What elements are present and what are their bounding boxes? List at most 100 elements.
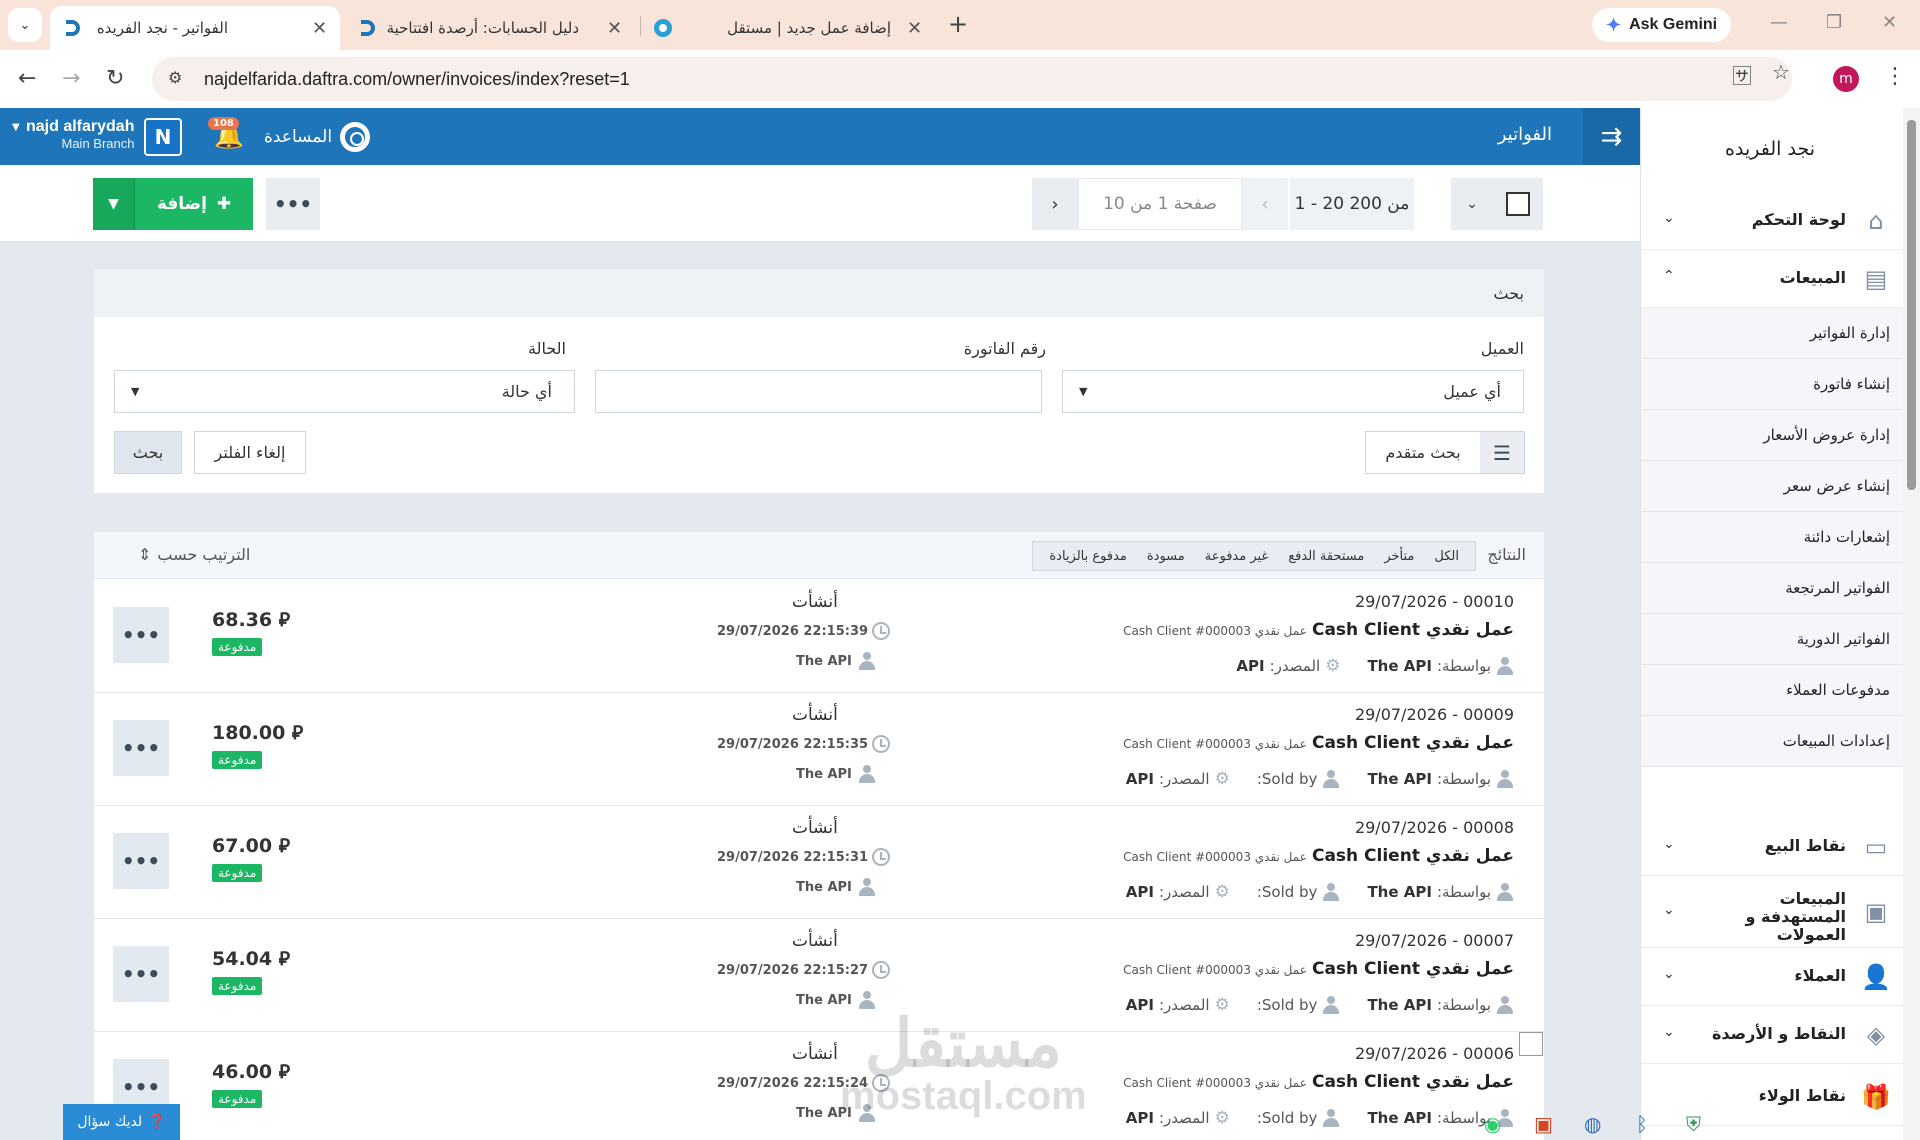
sidebar-item-label: المبيعات المستهدفة و العمولات bbox=[1745, 889, 1846, 944]
close-tab-icon[interactable]: ✕ bbox=[607, 18, 622, 39]
more-actions-button[interactable]: ••• bbox=[266, 178, 320, 230]
invoice-row[interactable]: 29/07/2026 - 00006 عمل نقدي Cash Client ع… bbox=[94, 1032, 1544, 1140]
sales-submenu-item[interactable]: إنشاء عرض سعر bbox=[1641, 461, 1903, 512]
actor-name: The API bbox=[796, 653, 852, 669]
invoice-meta: بواسطة: The API Sold by: ⚙ المصدر: API bbox=[1126, 882, 1514, 902]
sidebar-item-sales[interactable]: ▤ المبيعات ⌃ bbox=[1641, 250, 1903, 308]
invoice-row[interactable]: 29/07/2026 - 00008 عمل نقدي Cash Client ع… bbox=[94, 806, 1544, 919]
close-window-icon[interactable]: ✕ bbox=[1882, 12, 1897, 33]
forward-icon[interactable]: → bbox=[62, 66, 80, 91]
sales-submenu-item[interactable]: إعدادات المبيعات bbox=[1641, 716, 1903, 767]
new-tab-icon[interactable]: + bbox=[948, 10, 968, 38]
sales-submenu-item[interactable]: مدفوعات العملاء bbox=[1641, 665, 1903, 716]
back-icon[interactable]: ← bbox=[18, 66, 36, 91]
reload-icon[interactable]: ↻ bbox=[106, 66, 124, 91]
invoice-number-date[interactable]: 29/07/2026 - 00007 bbox=[1355, 931, 1514, 950]
security-shield-icon[interactable]: ⛨ bbox=[1686, 1112, 1701, 1136]
sales-submenu-item[interactable]: الفواتير المرتجعة bbox=[1641, 563, 1903, 614]
tab-search-button[interactable]: ⌄ bbox=[8, 8, 42, 42]
source-value: API bbox=[1236, 657, 1265, 675]
invoice-number-date[interactable]: 29/07/2026 - 00010 bbox=[1355, 592, 1514, 611]
client-code: عمل نقدي Cash Client #000003 bbox=[1123, 963, 1307, 977]
invoice-row[interactable]: 29/07/2026 - 00010 عمل نقدي Cash Client ع… bbox=[94, 580, 1544, 693]
row-actions-button[interactable]: ••• bbox=[113, 720, 169, 776]
sidebar-item-label: النقاط و الأرصدة bbox=[1711, 1024, 1846, 1043]
browser-tab-invoices[interactable]: الفواتير - نجد الفريده ✕ bbox=[50, 6, 340, 50]
invoice-client: عمل نقدي Cash Client عمل نقدي Cash Clien… bbox=[1123, 959, 1514, 979]
invoice-number-date[interactable]: 29/07/2026 - 00009 bbox=[1355, 705, 1514, 724]
sales-submenu-item[interactable]: الفواتير الدورية bbox=[1641, 614, 1903, 665]
mostaql-watermark: مستقل mostaql.com bbox=[840, 1010, 1087, 1116]
select-caret-icon[interactable]: ⌄ bbox=[1451, 178, 1493, 230]
office-icon[interactable]: ▣ bbox=[1534, 1112, 1553, 1136]
sidebar-item-pos[interactable]: ▭ نقاط البيع ⌄ bbox=[1641, 818, 1903, 876]
sidebar-scrollbar-thumb[interactable] bbox=[1907, 120, 1916, 490]
invoice-number-input[interactable] bbox=[595, 370, 1042, 413]
user-menu-caret-icon[interactable]: ▼ bbox=[12, 122, 20, 133]
filter-all[interactable]: الكل bbox=[1424, 549, 1469, 564]
prev-page-button[interactable]: ‹ bbox=[1242, 178, 1288, 230]
invoice-row[interactable]: 29/07/2026 - 00009 عمل نقدي Cash Client ع… bbox=[94, 693, 1544, 806]
browser-tab-mostaql[interactable]: إضافة عمل جديد | مستقل ✕ bbox=[645, 6, 935, 50]
select-all-checkbox[interactable] bbox=[1493, 178, 1543, 230]
row-actions-button[interactable]: ••• bbox=[113, 946, 169, 1002]
invoice-number-date[interactable]: 29/07/2026 - 00006 bbox=[1355, 1044, 1514, 1063]
sales-submenu-item[interactable]: إشعارات دائنة bbox=[1641, 512, 1903, 563]
site-info-icon[interactable]: ⚙ bbox=[168, 68, 190, 90]
sidebar-item-loyalty[interactable]: 🎁 نقاط الولاء bbox=[1641, 1068, 1903, 1126]
browser-tab-accounts[interactable]: دليل الحسابات: أرصدة افتتاحية ✕ bbox=[345, 6, 635, 50]
profile-avatar[interactable]: m bbox=[1833, 66, 1859, 92]
sales-submenu-item[interactable]: إدارة الفواتير bbox=[1641, 308, 1903, 359]
client-select[interactable]: أي عميل ▼ bbox=[1062, 370, 1524, 413]
bookmark-star-icon[interactable]: ☆ bbox=[1772, 60, 1790, 84]
close-tab-icon[interactable]: ✕ bbox=[312, 18, 327, 39]
sidebar-item-targets[interactable]: ▣ المبيعات المستهدفة و العمولات ⌄ bbox=[1641, 876, 1903, 948]
invoice-row[interactable]: 29/07/2026 - 00007 عمل نقدي Cash Client ع… bbox=[94, 919, 1544, 1032]
sidebar-item-dashboard[interactable]: ⌂ لوحة التحكم ⌄ bbox=[1641, 192, 1903, 250]
page-indicator[interactable]: صفحة 1 من 10 bbox=[1078, 178, 1242, 230]
translate-icon[interactable]: 🈂 bbox=[1732, 60, 1752, 89]
submenu-label: إدارة الفواتير bbox=[1809, 324, 1890, 342]
sort-by-button[interactable]: ⇕ الترتيب حسب bbox=[138, 545, 250, 564]
row-actions-button[interactable]: ••• bbox=[113, 607, 169, 663]
filter-unpaid[interactable]: غير مدفوعة bbox=[1195, 549, 1278, 564]
chevron-down-icon: ⌄ bbox=[1663, 836, 1675, 852]
row-actions-button[interactable]: ••• bbox=[113, 833, 169, 889]
search-button[interactable]: بحث bbox=[114, 431, 182, 474]
lifebuoy-icon bbox=[340, 122, 371, 152]
user-avatar[interactable]: N bbox=[144, 118, 182, 156]
network-icon[interactable]: ◍ bbox=[1584, 1112, 1601, 1136]
bulk-select[interactable]: ⌄ bbox=[1451, 178, 1543, 230]
maximize-icon[interactable]: ❐ bbox=[1826, 12, 1842, 33]
advanced-search-button[interactable]: بحث متقدم ☰ bbox=[1365, 431, 1525, 474]
user-menu[interactable]: najd alfarydah Main Branch bbox=[26, 118, 134, 151]
status-select[interactable]: أي حالة ▼ bbox=[114, 370, 575, 413]
filter-overpaid[interactable]: مدفوع بالزيادة bbox=[1039, 549, 1137, 564]
filter-overdue[interactable]: متأخر bbox=[1374, 549, 1424, 564]
minimize-icon[interactable]: — bbox=[1770, 12, 1788, 33]
row-checkbox[interactable] bbox=[1519, 1032, 1543, 1056]
sales-submenu-item[interactable]: إدارة عروض الأسعار bbox=[1641, 410, 1903, 461]
browser-menu-icon[interactable]: ⋮ bbox=[1884, 64, 1906, 89]
ask-question-button[interactable]: لديك سؤال ❓ bbox=[63, 1104, 180, 1140]
help-link[interactable]: المساعدة bbox=[264, 122, 371, 152]
next-page-button[interactable]: › bbox=[1032, 178, 1078, 230]
sidebar-item-points[interactable]: ◈ النقاط و الأرصدة ⌄ bbox=[1641, 1006, 1903, 1064]
filter-draft[interactable]: مسودة bbox=[1137, 549, 1195, 564]
daftra-favicon-icon bbox=[357, 18, 377, 38]
url-field[interactable]: ⚙ najdelfarida.daftra.com/owner/invoices… bbox=[152, 57, 1792, 101]
source-label: المصدر: bbox=[1269, 657, 1321, 675]
filter-due[interactable]: مستحقة الدفع bbox=[1278, 549, 1374, 564]
clear-filter-button[interactable]: إلغاء الفلتر bbox=[194, 431, 306, 474]
menu-toggle-icon[interactable]: ⇉ bbox=[1583, 108, 1640, 165]
close-tab-icon[interactable]: ✕ bbox=[907, 18, 922, 39]
add-dropdown-caret-icon[interactable]: ▼ bbox=[93, 178, 135, 230]
add-invoice-button[interactable]: إضافة ✚ bbox=[135, 178, 253, 230]
ask-gemini-button[interactable]: ✦ Ask Gemini bbox=[1592, 8, 1732, 42]
sidebar-item-clients[interactable]: 👤 العملاء ⌄ bbox=[1641, 948, 1903, 1006]
chevron-down-icon: ⌄ bbox=[1663, 902, 1675, 918]
sales-submenu-item[interactable]: إنشاء فاتورة bbox=[1641, 359, 1903, 410]
bluetooth-icon[interactable]: ᛒ bbox=[1636, 1112, 1648, 1136]
whatsapp-icon[interactable]: ◉ bbox=[1484, 1112, 1501, 1136]
invoice-number-date[interactable]: 29/07/2026 - 00008 bbox=[1355, 818, 1514, 837]
